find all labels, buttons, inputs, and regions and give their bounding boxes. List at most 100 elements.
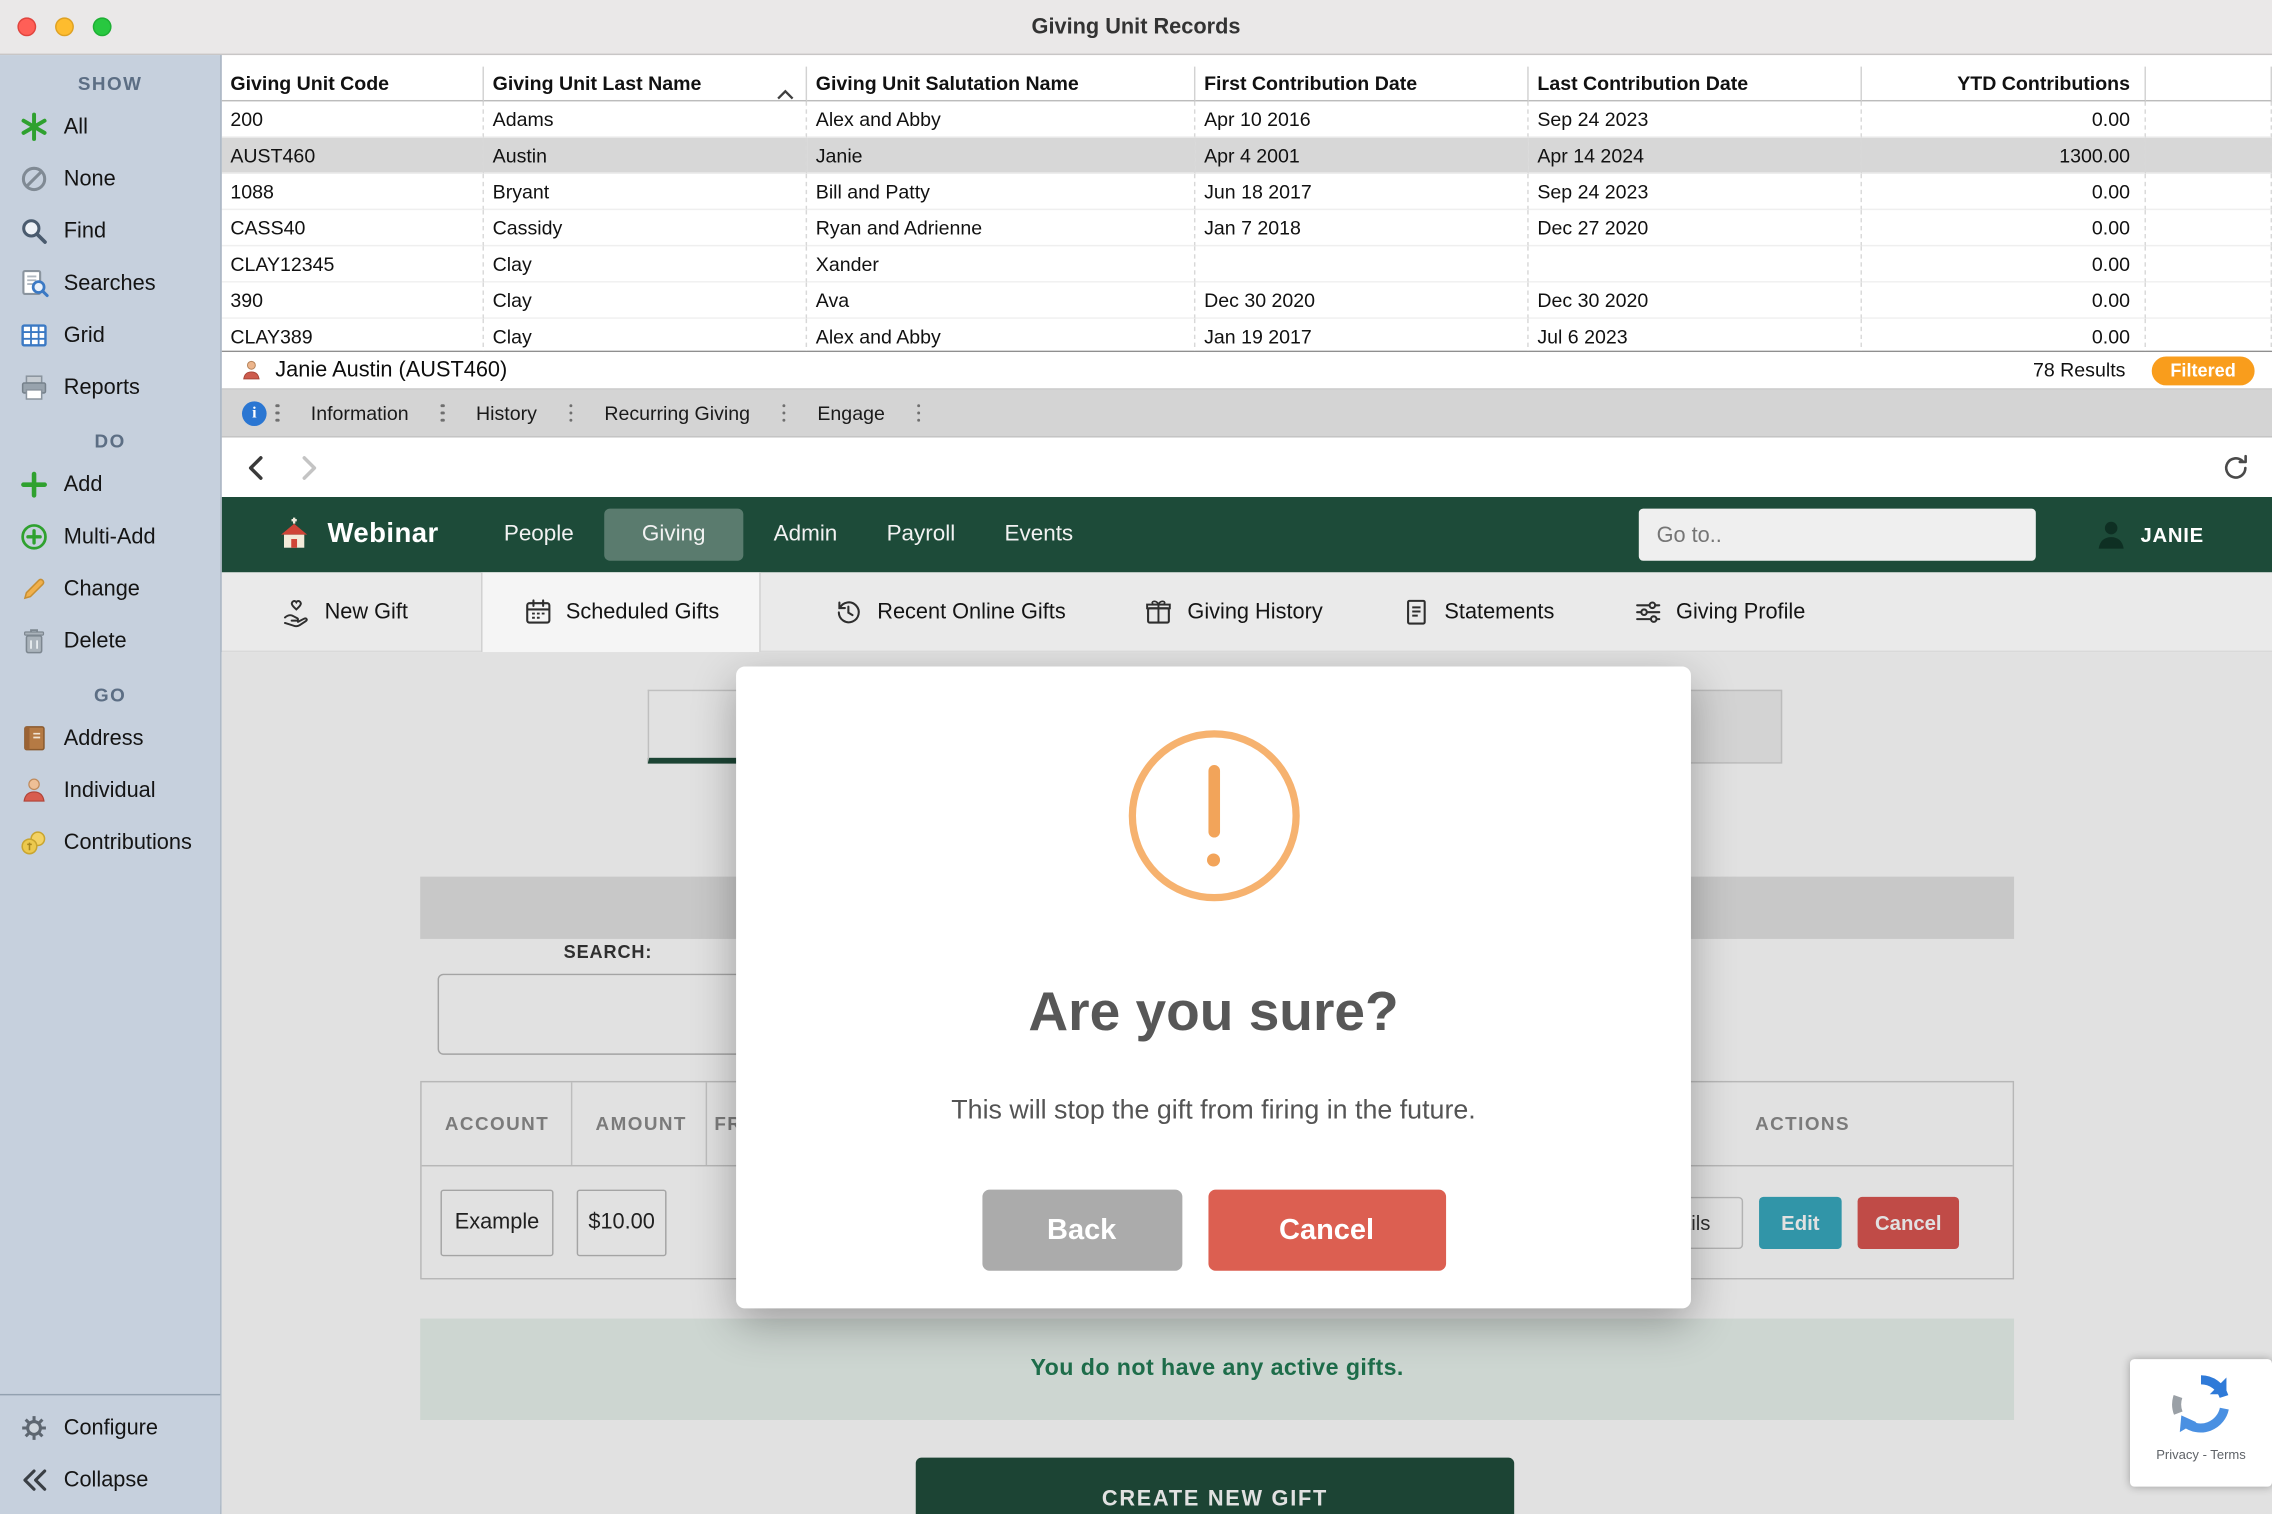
sidebar-item-label: Add bbox=[64, 472, 103, 497]
cell-code: 1088 bbox=[222, 174, 484, 210]
cell-last-date: Sep 24 2023 bbox=[1529, 174, 1862, 210]
window-title: Giving Unit Records bbox=[0, 14, 2272, 39]
subnav-giving-profile[interactable]: Giving Profile bbox=[1627, 572, 1811, 652]
table-row[interactable]: 1088 Bryant Bill and Patty Jun 18 2017 S… bbox=[222, 174, 2272, 210]
records-table: Giving Unit Code Giving Unit Last Name G… bbox=[222, 55, 2272, 352]
sidebar-item-collapse[interactable]: Collapse bbox=[0, 1453, 220, 1505]
sidebar-section-do: DO bbox=[0, 430, 220, 452]
sidebar-item-label: Change bbox=[64, 576, 140, 601]
sidebar-item-label: Searches bbox=[64, 270, 156, 295]
subnav-recent-online-gifts[interactable]: Recent Online Gifts bbox=[828, 572, 1072, 652]
sidebar-item-label: Reports bbox=[64, 375, 140, 400]
sidebar-footer: Configure Collapse bbox=[0, 1394, 220, 1506]
subnav-statements[interactable]: Statements bbox=[1395, 572, 1560, 652]
sidebar-item-contributions[interactable]: Contributions bbox=[0, 816, 220, 868]
sidebar-item-grid[interactable]: Grid bbox=[0, 309, 220, 361]
sidebar-item-label: All bbox=[64, 114, 88, 139]
subnav-scheduled-gifts[interactable]: Scheduled Gifts bbox=[480, 572, 761, 652]
cell-ytd: 0.00 bbox=[1862, 319, 2146, 352]
table-row-selected[interactable]: AUST460 Austin Janie Apr 4 2001 Apr 14 2… bbox=[222, 138, 2272, 174]
column-header[interactable]: First Contribution Date bbox=[1195, 67, 1528, 102]
sidebar-item-label: Find bbox=[64, 218, 106, 243]
table-row[interactable]: CLAY12345 Clay Xander 0.00 bbox=[222, 246, 2272, 282]
subnav-new-gift[interactable]: New Gift bbox=[275, 572, 413, 652]
person-record-icon bbox=[239, 358, 264, 383]
sidebar-item-label: Address bbox=[64, 725, 144, 750]
sidebar-item-configure[interactable]: Configure bbox=[0, 1401, 220, 1453]
column-header[interactable]: Giving Unit Salutation Name bbox=[807, 67, 1195, 102]
sidebar-item-address[interactable]: Address bbox=[0, 711, 220, 763]
cell-ytd: 0.00 bbox=[1862, 174, 2146, 210]
cell-empty bbox=[2146, 283, 2272, 319]
subnav-label: Statements bbox=[1444, 599, 1554, 624]
back-button-modal[interactable]: Back bbox=[982, 1190, 1182, 1271]
sidebar-item-add[interactable]: Add bbox=[0, 458, 220, 510]
table-row[interactable]: CASS40 Cassidy Ryan and Adrienne Jan 7 2… bbox=[222, 210, 2272, 246]
column-header-sorted[interactable]: Giving Unit Last Name bbox=[484, 67, 807, 102]
table-row[interactable]: 390 Clay Ava Dec 30 2020 Dec 30 2020 0.0… bbox=[222, 283, 2272, 319]
tab-engage[interactable]: Engage bbox=[794, 402, 908, 424]
sidebar-item-reports[interactable]: Reports bbox=[0, 361, 220, 413]
cell-last-date: Sep 24 2023 bbox=[1529, 101, 1862, 137]
cell-first-date: Dec 30 2020 bbox=[1195, 283, 1528, 319]
selected-record-name: Janie Austin (AUST460) bbox=[275, 358, 507, 383]
sidebar-item-find[interactable]: Find bbox=[0, 204, 220, 256]
column-header[interactable]: Last Contribution Date bbox=[1529, 67, 1862, 102]
cell-code: 200 bbox=[222, 101, 484, 137]
subnav-label: Scheduled Gifts bbox=[566, 599, 719, 624]
cell-code: CLAY12345 bbox=[222, 246, 484, 282]
cancel-button-modal[interactable]: Cancel bbox=[1208, 1190, 1446, 1271]
sidebar-item-delete[interactable]: Delete bbox=[0, 614, 220, 666]
sidebar-section-show: SHOW bbox=[0, 72, 220, 94]
warning-icon bbox=[1128, 730, 1299, 901]
sidebar-item-none[interactable]: None bbox=[0, 152, 220, 204]
tab-history[interactable]: History bbox=[453, 402, 560, 424]
cell-ytd: 0.00 bbox=[1862, 283, 2146, 319]
sidebar-item-multi-add[interactable]: Multi-Add bbox=[0, 510, 220, 562]
circle-slash-icon bbox=[19, 163, 49, 193]
filtered-badge[interactable]: Filtered bbox=[2152, 356, 2255, 385]
nav-admin[interactable]: Admin bbox=[755, 509, 856, 561]
address-book-icon bbox=[19, 722, 49, 752]
sidebar-item-individual[interactable]: Individual bbox=[0, 764, 220, 816]
sidebar-item-change[interactable]: Change bbox=[0, 562, 220, 614]
webview: Webinar People Giving Admin Payroll Even… bbox=[222, 497, 2272, 1514]
sidebar-item-all[interactable]: All bbox=[0, 100, 220, 152]
column-header[interactable]: Giving Unit Code bbox=[222, 67, 484, 102]
goto-search-input[interactable] bbox=[1639, 509, 2036, 561]
column-header-empty bbox=[2146, 67, 2272, 102]
subnav-giving-history[interactable]: Giving History bbox=[1138, 572, 1328, 652]
recaptcha-badge[interactable]: Privacy - Terms bbox=[2130, 1359, 2272, 1487]
column-header[interactable]: YTD Contributions bbox=[1862, 67, 2146, 102]
cell-code: 390 bbox=[222, 283, 484, 319]
printer-icon bbox=[19, 372, 49, 402]
subnav-label: Giving Profile bbox=[1676, 599, 1805, 624]
nav-payroll[interactable]: Payroll bbox=[868, 509, 974, 561]
chevrons-left-icon bbox=[19, 1464, 49, 1494]
tab-information[interactable]: Information bbox=[288, 402, 432, 424]
refresh-icon[interactable] bbox=[2220, 451, 2252, 483]
nav-events[interactable]: Events bbox=[986, 509, 1092, 561]
tab-recurring-giving[interactable]: Recurring Giving bbox=[581, 402, 773, 424]
nav-people[interactable]: People bbox=[485, 509, 593, 561]
info-icon[interactable]: i bbox=[242, 401, 267, 426]
site-brand[interactable]: Webinar bbox=[327, 519, 438, 551]
user-menu[interactable]: JANIE bbox=[2094, 517, 2204, 552]
table-row[interactable]: CLAY389 Clay Alex and Abby Jan 19 2017 J… bbox=[222, 319, 2272, 352]
modal-buttons: Back Cancel bbox=[982, 1190, 1446, 1271]
cell-last-name: Bryant bbox=[484, 174, 807, 210]
cell-salutation: Alex and Abby bbox=[807, 319, 1195, 352]
webview-content: SEARCH: ACCOUNT AMOUNT FREQUENCY ACTIONS… bbox=[222, 652, 2272, 1514]
forward-button[interactable] bbox=[291, 451, 323, 483]
giving-subnav: New Gift Scheduled Gifts Recent Online G… bbox=[222, 572, 2272, 652]
history-clock-icon bbox=[834, 596, 864, 626]
sidebar-item-searches[interactable]: Searches bbox=[0, 256, 220, 308]
back-button[interactable] bbox=[242, 451, 274, 483]
cell-empty bbox=[2146, 138, 2272, 174]
sidebar: SHOW All None Find Searches Grid bbox=[0, 55, 222, 1514]
table-row[interactable]: 200 Adams Alex and Abby Apr 10 2016 Sep … bbox=[222, 101, 2272, 137]
nav-giving[interactable]: Giving bbox=[604, 509, 743, 561]
cell-salutation: Bill and Patty bbox=[807, 174, 1195, 210]
recaptcha-label[interactable]: Privacy - Terms bbox=[2156, 1448, 2246, 1462]
pencil-icon bbox=[19, 573, 49, 603]
